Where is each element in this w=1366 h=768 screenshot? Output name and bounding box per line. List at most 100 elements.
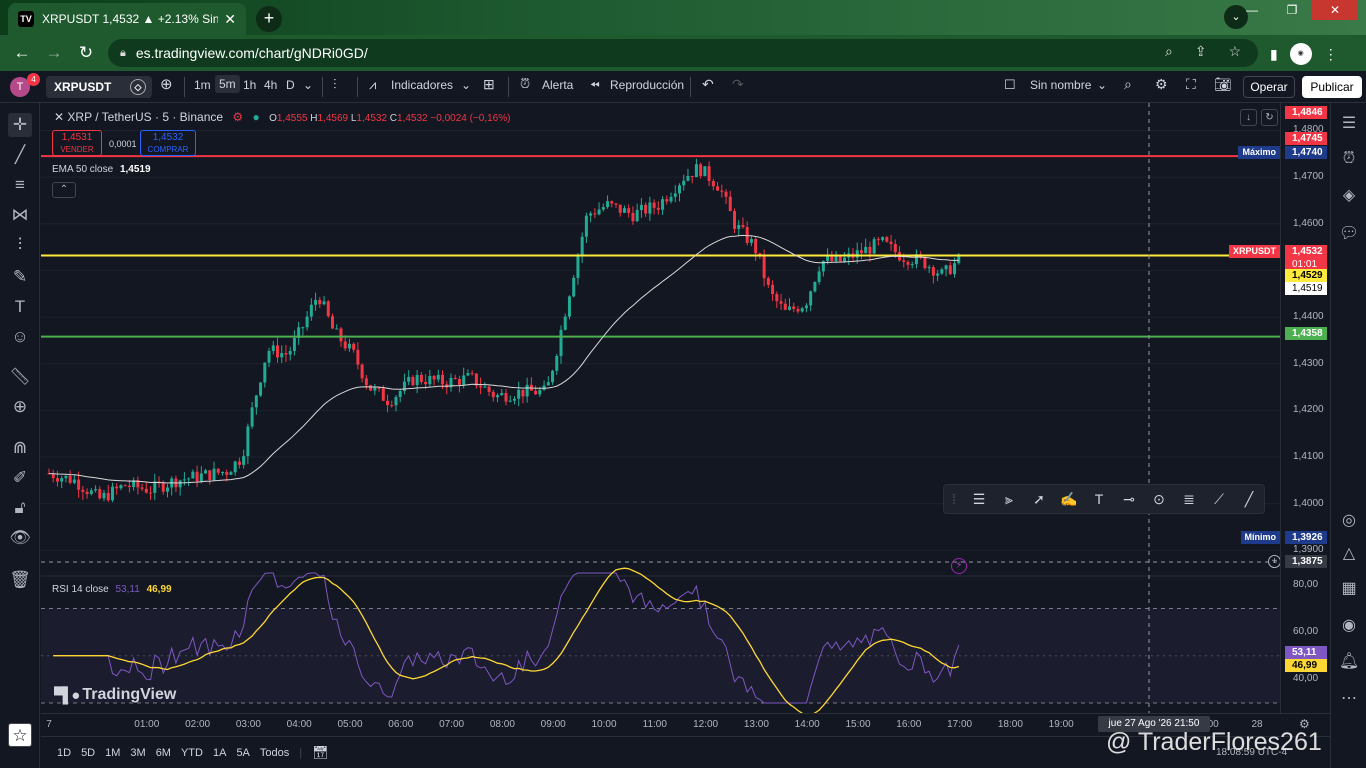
interval-1m[interactable]: 1m	[194, 78, 211, 92]
alert-icon[interactable]: ⏰︎	[520, 76, 530, 92]
range-all[interactable]: Todos	[260, 747, 289, 759]
pencil-lock-icon[interactable]: ✐	[8, 466, 32, 490]
ray-icon[interactable]: ⟋	[1204, 491, 1234, 508]
browser-menu-icon[interactable]: ⋮	[1324, 46, 1338, 63]
indicators-dropdown-icon[interactable]: ⌄	[461, 78, 471, 92]
symbol-search-button[interactable]: XRPUSDT ◇	[46, 76, 152, 98]
trend-line-icon[interactable]: ╱	[8, 143, 32, 167]
compare-add-icon[interactable]: ⊕	[160, 75, 173, 93]
pitchfork-icon[interactable]: ⋈	[8, 203, 32, 227]
alert-button[interactable]: Alerta	[542, 78, 573, 92]
legend-settings-icon[interactable]: ⚙	[232, 110, 243, 124]
lock-drawings-icon[interactable]: 🔓︎	[8, 496, 32, 520]
fib-icon[interactable]: ☰	[964, 491, 994, 508]
price-chart[interactable]	[41, 103, 1280, 713]
indicators-icon[interactable]: ⩘	[369, 77, 376, 93]
interval-dropdown-icon[interactable]: ⌄	[303, 78, 313, 92]
back-icon[interactable]: ←	[6, 43, 38, 63]
trash-icon[interactable]: 🗑︎	[8, 568, 32, 592]
url-input[interactable]: 🔒︎ es.tradingview.com/chart/gNDRi0GD/	[108, 39, 1258, 67]
zoom-icon[interactable]: ⌕	[1165, 43, 1173, 60]
eye-visibility-icon[interactable]: 👁︎	[8, 526, 32, 550]
chart-type-icon[interactable]: ⫶	[333, 76, 337, 93]
profile-avatar[interactable]: ◉	[1289, 43, 1312, 65]
range-5d[interactable]: 5D	[81, 747, 95, 759]
price-axis[interactable]: 1,4800 1,4700 1,4600 1,4400 1,4300 1,4200 1,41…	[1228, 103, 1330, 713]
window-close-icon[interactable]: ✕	[1312, 0, 1358, 20]
tradingview-logo[interactable]: ▀▌● TradingView	[54, 686, 176, 704]
fullscreen-icon[interactable]: ⛶	[1186, 76, 1196, 93]
ruler-icon[interactable]: 📏︎	[8, 365, 32, 389]
scroll-down-icon[interactable]: ↓	[1240, 109, 1257, 126]
indicators-button[interactable]: Indicadores	[391, 78, 453, 92]
brush-icon[interactable]: ✎	[8, 265, 32, 289]
ema-legend[interactable]: EMA 50 close 1,4519	[52, 164, 151, 175]
notifications-bell-icon[interactable]: 🔔︎	[1338, 651, 1360, 673]
goto-date-icon[interactable]: 📅︎	[312, 745, 329, 761]
range-1d[interactable]: 1D	[57, 747, 71, 759]
multi-lines-icon[interactable]: ≣	[1174, 491, 1204, 508]
maximize-icon[interactable]: ❐	[1272, 0, 1312, 20]
settings-gear-icon[interactable]: ⚙	[1155, 76, 1168, 93]
rsi-legend[interactable]: RSI 14 close 53,11 46,99	[52, 584, 172, 595]
range-ytd[interactable]: YTD	[181, 747, 203, 759]
interval-d[interactable]: D	[286, 78, 295, 92]
horizontal-lines-icon[interactable]: ≡	[8, 173, 32, 197]
favorites-star-icon[interactable]: ☆	[8, 723, 32, 747]
arrow-icon[interactable]: ➚	[1024, 491, 1054, 508]
layers-icon[interactable]: ◈	[1338, 185, 1360, 207]
range-5a[interactable]: 5A	[236, 747, 249, 759]
redo-icon[interactable]: ↷	[732, 76, 744, 93]
chat-icon[interactable]: 💬︎	[1338, 223, 1360, 245]
alerts-clock-icon[interactable]: ⏰︎	[1338, 148, 1360, 170]
range-3m[interactable]: 3M	[130, 747, 145, 759]
watchlist-icon[interactable]: ☰	[1338, 113, 1360, 135]
layout-checkbox-icon[interactable]: ☐	[1004, 77, 1016, 93]
range-1a[interactable]: 1A	[213, 747, 226, 759]
lock-icon[interactable]: 🔒︎	[120, 47, 126, 60]
zoom-in-icon[interactable]: ⊕	[8, 395, 32, 419]
symbol-info-icon[interactable]: ◇	[130, 79, 146, 95]
broadcast-icon[interactable]: ◉	[1338, 615, 1360, 637]
new-tab-button[interactable]: +	[256, 6, 282, 32]
browser-tab[interactable]: TV XRPUSDT 1,4532 ▲ +2.13% Sin n ✕	[8, 3, 246, 35]
sell-button[interactable]: 1,4531 VENDER	[52, 130, 102, 156]
quick-search-icon[interactable]: ⌕	[1124, 76, 1132, 93]
layout-dropdown-icon[interactable]: ⌄	[1097, 78, 1107, 92]
replay-icon[interactable]: ⏪︎	[590, 78, 600, 93]
triangle-ideas-icon[interactable]: △	[1338, 543, 1360, 565]
camera-snapshot-icon[interactable]: 📷︎	[1214, 76, 1232, 93]
line-icon[interactable]: ╱	[1234, 491, 1264, 508]
magnet-icon[interactable]: ⋒	[8, 436, 32, 460]
range-1m[interactable]: 1M	[105, 747, 120, 759]
buy-button[interactable]: 1,4532 COMPRAR	[140, 130, 196, 156]
drag-handle-icon[interactable]: ⁞	[944, 491, 964, 507]
target-icon[interactable]: ◎	[1338, 510, 1360, 532]
fib-retracement-icon[interactable]: ⫶	[8, 233, 32, 257]
brush-stroke-icon[interactable]: ✍	[1054, 491, 1084, 508]
text-icon[interactable]: T	[1084, 491, 1114, 507]
legend-close-icon[interactable]: ✕	[54, 110, 64, 124]
interval-1h[interactable]: 1h	[243, 78, 256, 92]
bookmark-star-icon[interactable]: ☆	[1229, 43, 1242, 60]
share-icon[interactable]: ⇪	[1195, 43, 1207, 60]
interval-4h[interactable]: 4h	[264, 78, 277, 92]
parallel-channel-icon[interactable]: ⫸	[994, 491, 1024, 508]
tab-close-icon[interactable]: ✕	[224, 11, 236, 28]
forward-icon[interactable]: →	[38, 43, 70, 63]
reset-chart-icon[interactable]: ↻	[1261, 109, 1278, 126]
emoji-icon[interactable]: ☺	[8, 325, 32, 349]
minimize-icon[interactable]: —	[1232, 0, 1272, 20]
legend-title[interactable]: XRP / TetherUS · 5 · Binance	[67, 110, 223, 124]
operar-button[interactable]: Operar	[1243, 76, 1295, 98]
calendar-icon[interactable]: ▦	[1338, 578, 1360, 600]
interval-5m[interactable]: 5m	[215, 75, 240, 93]
help-icon[interactable]: ⋯	[1338, 688, 1360, 710]
reload-icon[interactable]: ↻	[70, 43, 102, 63]
event-flash-icon[interactable]: ⚡︎	[951, 558, 967, 574]
range-6m[interactable]: 6M	[156, 747, 171, 759]
text-tool-icon[interactable]: T	[8, 295, 32, 319]
replay-button[interactable]: Reproducción	[610, 78, 684, 92]
circle-icon[interactable]: ⊙	[1144, 491, 1174, 508]
layout-name-button[interactable]: Sin nombre	[1030, 78, 1091, 92]
